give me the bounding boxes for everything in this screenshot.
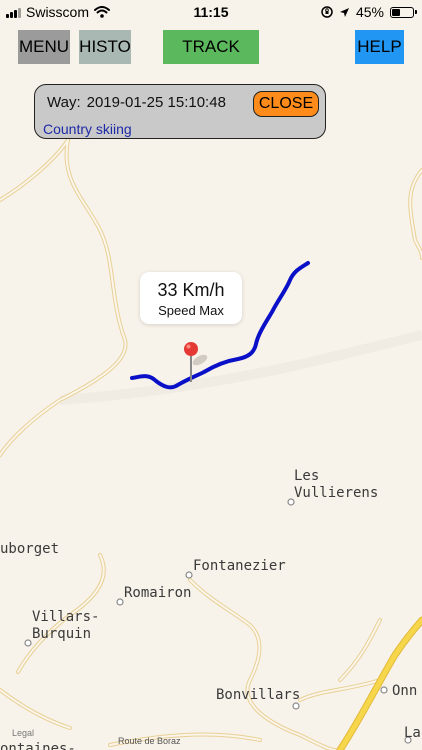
way-label: Way: [47, 94, 81, 111]
place-label-fontanezier: Fontanezier [193, 558, 286, 574]
max-speed-label: Speed Max [158, 303, 224, 318]
place-dot [292, 702, 300, 710]
pin-head [184, 342, 198, 356]
histo-button[interactable]: HISTO [79, 30, 131, 64]
status-bar-right: 45% [321, 4, 417, 20]
way-info-panel: Way: 2019-01-25 15:10:48 CLOSE Country s… [34, 84, 326, 139]
place-label-villars: Villars- [32, 609, 99, 625]
battery-percent: 45% [355, 4, 384, 20]
orientation-lock-icon [321, 6, 333, 18]
way-datetime: 2019-01-25 15:10:48 [86, 94, 226, 111]
close-button[interactable]: CLOSE [253, 91, 319, 117]
place-label-onn: Onn [392, 683, 417, 699]
activity-type: Country skiing [43, 121, 132, 137]
way-row: Way: 2019-01-25 15:10:48 [47, 94, 226, 111]
place-dot [380, 686, 388, 694]
speed-callout[interactable]: 33 Km/h Speed Max [140, 272, 242, 324]
help-button[interactable]: HELP [355, 30, 404, 64]
max-speed-value: 33 Km/h [157, 280, 225, 300]
place-label-burquin: Burquin [32, 626, 91, 642]
place-label-ontaines: ontaines- [0, 741, 76, 750]
battery-icon [390, 6, 417, 18]
place-label-uborget: uborget [0, 541, 59, 557]
road-label: Route de Boraz [118, 736, 181, 746]
location-arrow-icon [339, 7, 349, 17]
menu-button[interactable]: MENU [18, 30, 70, 64]
status-bar: Swisscom 11:15 45% [0, 0, 422, 24]
place-dot [24, 639, 32, 647]
place-label-bonvillars: Bonvillars [216, 687, 300, 703]
legal-link[interactable]: Legal [12, 728, 34, 738]
place-dot [185, 571, 193, 579]
place-label-les: Les [294, 468, 319, 484]
place-label-vullierens: Vullierens [294, 485, 378, 501]
place-dot [116, 598, 124, 606]
place-label-romairon: Romairon [124, 585, 191, 601]
place-label-la: La [404, 725, 421, 741]
track-button[interactable]: TRACK [163, 30, 259, 64]
